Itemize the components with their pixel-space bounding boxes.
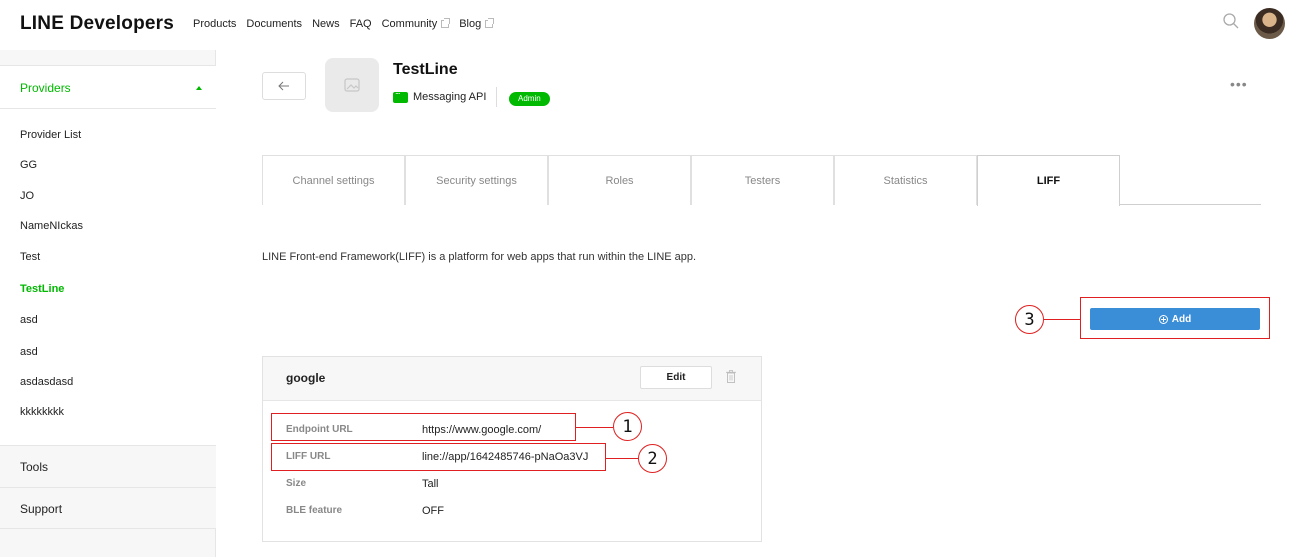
annotation-marker-1: 1	[613, 412, 642, 441]
sidebar-item-label: Support	[20, 502, 63, 516]
provider-list: Provider List GG JO NameNIckas Test TestLine a…	[0, 109, 216, 445]
ble-feature-label: BLE feature	[286, 505, 343, 516]
user-avatar[interactable]	[1254, 8, 1285, 39]
size-value: Tall	[422, 478, 439, 490]
annotation-connector-2	[606, 458, 638, 459]
sidebar-item-label: Tools	[20, 460, 49, 474]
tab-liff[interactable]: LIFF	[977, 155, 1120, 206]
external-link-icon	[485, 18, 495, 28]
providers-section-toggle[interactable]: Providers	[0, 65, 216, 109]
provider-item[interactable]: GG	[20, 159, 37, 171]
provider-item[interactable]: kkkkkkkk	[20, 406, 64, 418]
tab-statistics[interactable]: Statistics	[834, 155, 977, 205]
provider-item[interactable]: TestLine	[20, 283, 64, 295]
channel-title: TestLine	[393, 61, 458, 78]
channel-tabs: Channel settings Security settings Roles Te…	[262, 155, 1261, 206]
annotation-connector-3	[1044, 319, 1080, 320]
divider	[496, 87, 497, 107]
nav-link-label: FAQ	[349, 18, 372, 30]
annotation-box-3	[1080, 297, 1270, 339]
external-link-icon	[441, 18, 451, 28]
nav-link-blog[interactable]: Blog	[459, 18, 495, 30]
annotation-marker-3: 3	[1015, 305, 1044, 334]
provider-item[interactable]: Provider List	[20, 129, 81, 141]
main-nav: Products Documents News FAQ Community Blog	[193, 18, 503, 30]
more-options-icon[interactable]: •••	[1230, 76, 1248, 92]
caret-up-icon	[196, 86, 202, 90]
liff-description: LINE Front-end Framework(LIFF) is a plat…	[262, 251, 697, 263]
tab-security-settings[interactable]: Security settings	[405, 155, 548, 205]
search-icon[interactable]	[1223, 13, 1239, 29]
provider-item[interactable]: asdasdasd	[20, 376, 73, 388]
annotation-marker-2: 2	[638, 444, 667, 473]
arrow-left-icon	[278, 81, 289, 91]
sidebar-item-tools[interactable]: Tools	[0, 445, 216, 487]
nav-link-label: Community	[381, 18, 438, 30]
image-icon	[344, 78, 360, 92]
role-badge: Admin	[509, 92, 550, 106]
liff-app-card-header: google Edit	[263, 357, 761, 401]
nav-link-label: Documents	[246, 18, 303, 30]
providers-label: Providers	[20, 81, 71, 95]
nav-link-news[interactable]: News	[312, 18, 340, 30]
nav-link-documents[interactable]: Documents	[246, 18, 302, 30]
provider-item[interactable]: NameNIckas	[20, 220, 83, 232]
provider-item[interactable]: asd	[20, 314, 38, 326]
channel-icon-placeholder	[325, 58, 379, 112]
tab-testers[interactable]: Testers	[691, 155, 834, 205]
nav-link-community[interactable]: Community	[381, 18, 451, 30]
nav-link-faq[interactable]: FAQ	[350, 18, 372, 30]
annotation-box-2	[271, 443, 606, 471]
sidebar: Providers Provider List GG JO NameNIckas Tes…	[0, 50, 216, 557]
nav-link-products[interactable]: Products	[193, 18, 236, 30]
edit-button[interactable]: Edit	[640, 366, 712, 389]
nav-link-label: Products	[193, 18, 237, 30]
sidebar-item-support[interactable]: Support	[0, 487, 216, 529]
liff-app-name: google	[286, 371, 326, 385]
line-developers-logo[interactable]: LINE Developers	[20, 13, 174, 35]
back-button[interactable]	[262, 72, 306, 100]
provider-item[interactable]: asd	[20, 346, 38, 358]
provider-item[interactable]: JO	[20, 190, 34, 202]
ble-feature-value: OFF	[422, 505, 444, 517]
tab-channel-settings[interactable]: Channel settings	[262, 155, 405, 205]
trash-icon[interactable]	[726, 370, 736, 383]
annotation-box-1	[271, 413, 576, 441]
nav-link-label: Blog	[459, 18, 482, 30]
tab-roles[interactable]: Roles	[548, 155, 691, 205]
top-navigation-bar: LINE Developers Products Documents News FAQ…	[0, 0, 1296, 50]
size-label: Size	[286, 478, 307, 489]
nav-link-label: News	[312, 18, 340, 30]
channel-type-label: Messaging API	[413, 91, 487, 103]
provider-item[interactable]: Test	[20, 251, 40, 263]
annotation-connector-1	[576, 427, 613, 428]
messaging-api-icon	[393, 86, 408, 103]
